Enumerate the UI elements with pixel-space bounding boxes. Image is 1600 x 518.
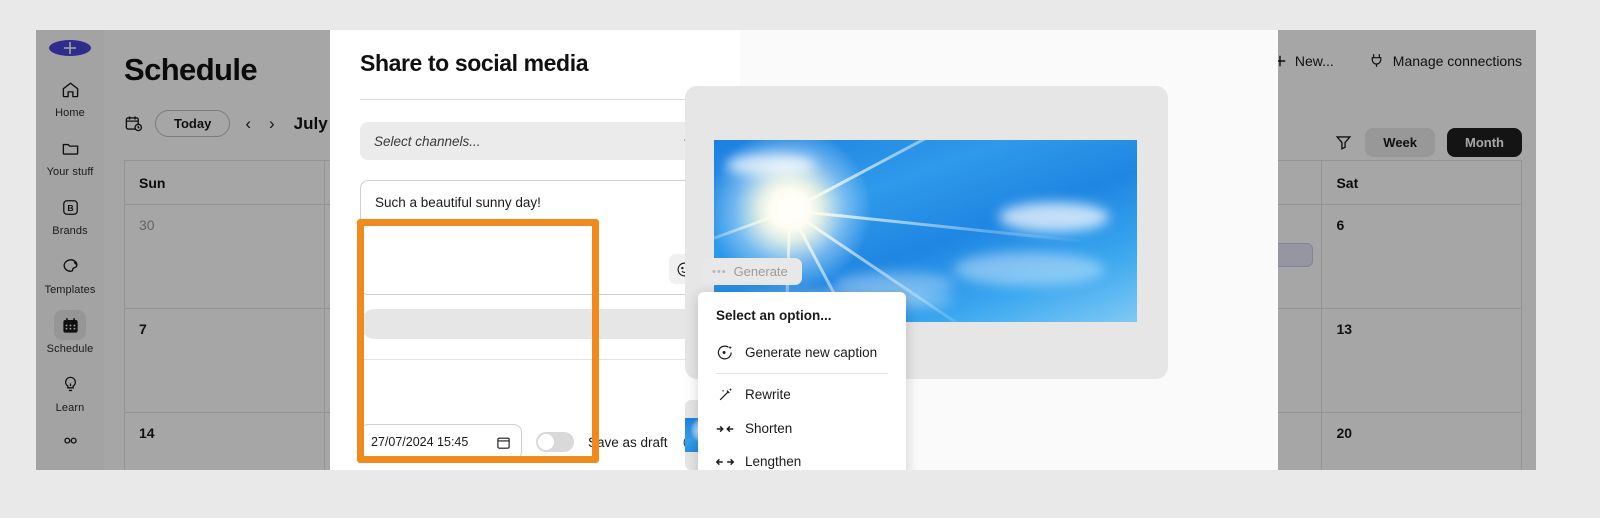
generate-menu-title: Select an option... <box>716 308 832 323</box>
day-number: 30 <box>139 217 155 233</box>
templates-icon <box>54 251 86 281</box>
footer-divider <box>360 359 710 360</box>
new-create-button[interactable] <box>49 40 91 56</box>
day-number: 7 <box>139 321 147 337</box>
calendar-day-cell[interactable]: 6 <box>1322 205 1521 308</box>
modal-left-column: Share to social media Select channels...… <box>330 30 740 470</box>
current-month-label: July <box>293 113 328 133</box>
calendar-day-cell[interactable]: 30 <box>125 205 325 308</box>
generate-option-label: Shorten <box>745 421 793 436</box>
save-as-draft-toggle[interactable] <box>536 432 574 452</box>
filter-icon[interactable] <box>1334 133 1353 152</box>
today-button[interactable]: Today <box>155 110 231 137</box>
plug-icon <box>1371 54 1382 67</box>
generate-menu-divider <box>716 373 888 374</box>
caption-composer[interactable]: Such a beautiful sunny day! <box>360 180 710 295</box>
new-post-label: New... <box>1294 52 1334 69</box>
cloud <box>999 202 1109 232</box>
lengthen-arrows-icon <box>716 455 734 469</box>
generate-button-label: Generate <box>733 264 788 279</box>
brand-b-icon: B <box>54 192 86 222</box>
prev-month-button[interactable]: ‹ <box>242 114 254 134</box>
view-month-button[interactable]: Month <box>1447 128 1522 157</box>
people-icon <box>54 428 86 458</box>
sidebar-item-more[interactable] <box>38 428 102 458</box>
view-week-button[interactable]: Week <box>1365 128 1436 157</box>
sidebar-item-label: Your stuff <box>46 166 94 178</box>
cloud <box>726 154 816 176</box>
day-number: 20 <box>1336 425 1353 441</box>
sidebar-item-home[interactable]: Home <box>38 74 102 119</box>
generate-option-lengthen[interactable]: Lengthen <box>698 445 906 470</box>
sparkle-caption-icon <box>716 344 734 361</box>
sidebar-item-your-stuff[interactable]: Your stuff <box>38 133 102 178</box>
sidebar-item-templates[interactable]: Templates <box>38 251 102 296</box>
view-controls: Week Month <box>1334 128 1522 157</box>
modal-title: Share to social media <box>360 50 589 76</box>
sidebar-item-learn[interactable]: Learn <box>38 369 102 414</box>
select-channels-placeholder: Select channels... <box>374 133 481 149</box>
calendar-column-header: Sat <box>1336 174 1359 191</box>
share-to-social-media-modal: Share to social media Select channels...… <box>330 30 1278 470</box>
calendar-day-cell[interactable]: 7 <box>125 309 325 412</box>
generate-option-label: Lengthen <box>745 454 802 469</box>
date-picker-icon[interactable] <box>124 114 143 133</box>
manage-connections-label: Manage connections <box>1392 52 1522 69</box>
caption-text: Such a beautiful sunny day! <box>375 195 541 210</box>
next-month-button[interactable]: › <box>266 114 278 134</box>
generate-button[interactable]: ••• Generate <box>702 258 802 285</box>
day-number: 6 <box>1336 217 1345 233</box>
generate-options-menu: Select an option... Generate new caption <box>698 292 906 470</box>
sidebar-item-schedule[interactable]: Schedule <box>38 310 102 355</box>
calendar-day-cell[interactable]: 13 <box>1322 309 1521 412</box>
sidebar-item-label: Schedule <box>46 343 94 355</box>
screenshot-root: Home Your stuff B Brands Templates Sched… <box>0 0 1600 518</box>
new-post-button[interactable]: New... <box>1273 53 1334 69</box>
generate-option-label: Rewrite <box>745 387 791 402</box>
top-toolbar: New... Manage connections <box>1273 52 1522 69</box>
manage-connections-button[interactable]: Manage connections <box>1368 52 1522 69</box>
calendar-day-cell[interactable]: 20 <box>1322 413 1521 470</box>
day-number: 13 <box>1336 321 1353 337</box>
save-as-draft-label: Save as draft <box>588 434 668 450</box>
calendar-column-header: Sun <box>125 161 325 204</box>
sidebar-item-label: Brands <box>52 225 88 237</box>
generate-option-generate-new-caption[interactable]: Generate new caption <box>698 335 906 370</box>
plus-icon <box>64 42 76 54</box>
calendar-icon <box>54 310 86 340</box>
sidebar-item-label: Learn <box>55 402 85 414</box>
calendar-picker-icon[interactable] <box>496 435 511 450</box>
select-channels-dropdown[interactable]: Select channels... <box>360 122 710 160</box>
folder-icon <box>54 133 86 163</box>
lightbulb-icon <box>54 369 86 399</box>
generate-dots-icon: ••• <box>712 265 727 278</box>
generate-option-rewrite[interactable]: Rewrite <box>698 377 906 412</box>
generate-option-label: Generate new caption <box>745 345 878 360</box>
sidebar-item-label: Templates <box>44 284 96 296</box>
generate-option-shorten[interactable]: Shorten <box>698 412 906 445</box>
modal-footer: 27/07/2024 15:45 Save as draft <box>360 424 710 460</box>
shorten-arrows-icon <box>716 422 734 436</box>
calendar-day-cell[interactable]: 14 <box>125 413 325 470</box>
svg-text:B: B <box>67 203 73 213</box>
sidebar-item-brands[interactable]: B Brands <box>38 192 102 237</box>
secondary-action-placeholder <box>360 309 710 339</box>
modal-title-divider <box>360 99 710 100</box>
day-number: 14 <box>139 425 155 441</box>
schedule-datetime-value: 27/07/2024 15:45 <box>371 435 469 449</box>
sidebar: Home Your stuff B Brands Templates Sched… <box>36 30 104 470</box>
sidebar-item-label: Home <box>55 107 85 119</box>
cloud <box>954 252 1104 286</box>
magic-wand-icon <box>716 386 734 403</box>
home-icon <box>54 74 86 104</box>
schedule-datetime-input[interactable]: 27/07/2024 15:45 <box>360 424 522 460</box>
